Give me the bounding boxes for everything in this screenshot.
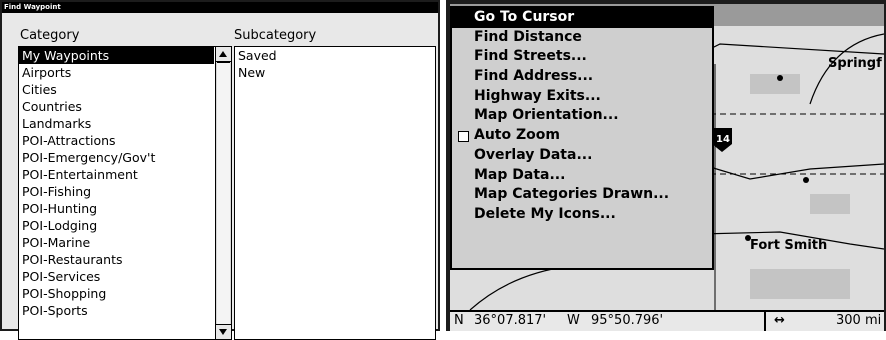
category-item-poi-lodging[interactable]: POI-Lodging <box>19 217 214 234</box>
category-item-airports[interactable]: Airports <box>19 64 214 81</box>
menu-item-highway-exits[interactable]: Highway Exits... <box>452 87 712 107</box>
subcategory-list[interactable]: Saved New <box>234 46 436 340</box>
subcategory-item-saved[interactable]: Saved <box>235 47 435 64</box>
subcategory-item-new[interactable]: New <box>235 64 435 81</box>
scroll-up-arrow-icon[interactable] <box>216 47 231 62</box>
longitude-value: 95°50.796' <box>591 313 664 328</box>
category-item-poi-hunting[interactable]: POI-Hunting <box>19 200 214 217</box>
menu-item-map-data[interactable]: Map Data... <box>452 166 712 186</box>
city-label-springfield: Springf <box>828 56 882 71</box>
category-item-poi-emergency[interactable]: POI-Emergency/Gov't <box>19 149 214 166</box>
menu-item-go-to-cursor[interactable]: Go To Cursor <box>452 8 712 28</box>
auto-zoom-checkbox[interactable] <box>458 131 469 143</box>
latitude-value: 36°07.817' <box>474 313 547 328</box>
category-item-poi-services[interactable]: POI-Services <box>19 268 214 285</box>
interstate-shield-label: 14 <box>716 134 730 145</box>
category-list[interactable]: My Waypoints Airports Cities Countries L… <box>18 46 232 340</box>
category-item-poi-sports[interactable]: POI-Sports <box>19 302 214 319</box>
lake-shape <box>750 74 800 94</box>
category-item-my-waypoints[interactable]: My Waypoints <box>19 47 214 64</box>
road-line <box>699 163 884 180</box>
menu-item-delete-my-icons[interactable]: Delete My Icons... <box>452 205 712 225</box>
menu-item-map-orientation[interactable]: Map Orientation... <box>452 106 712 126</box>
scroll-thumb[interactable] <box>217 62 230 328</box>
menu-item-find-distance[interactable]: Find Distance <box>452 28 712 48</box>
city-marker <box>803 177 809 183</box>
category-item-poi-restaurants[interactable]: POI-Restaurants <box>19 251 214 268</box>
menu-item-overlay-data[interactable]: Overlay Data... <box>452 146 712 166</box>
category-item-poi-fishing[interactable]: POI-Fishing <box>19 183 214 200</box>
zoom-level: 300 mi <box>836 313 882 328</box>
city-label-fort-smith: Fort Smith <box>750 238 828 253</box>
category-scrollbar[interactable] <box>215 47 231 339</box>
city-marker <box>777 75 783 81</box>
latitude-prefix: N <box>454 313 464 328</box>
category-item-poi-marine[interactable]: POI-Marine <box>19 234 214 251</box>
category-header: Category <box>20 28 80 43</box>
scroll-down-arrow-icon[interactable] <box>216 324 231 339</box>
menu-item-auto-zoom[interactable]: Auto Zoom <box>452 126 712 146</box>
window-title: Find Waypoint <box>2 2 438 13</box>
category-item-poi-entertainment[interactable]: POI-Entertainment <box>19 166 214 183</box>
find-waypoint-panel: Category Subcategory My Waypoints Airpor… <box>2 13 438 340</box>
category-item-landmarks[interactable]: Landmarks <box>19 115 214 132</box>
subcategory-header: Subcategory <box>234 28 317 43</box>
auto-zoom-label: Auto Zoom <box>474 127 560 144</box>
map-context-menu: Go To Cursor Find Distance Find Streets.… <box>450 6 714 270</box>
status-bar: N 36°07.817' W 95°50.796' ↔ 300 mi <box>450 310 884 331</box>
longitude-prefix: W <box>567 313 580 328</box>
category-item-countries[interactable]: Countries <box>19 98 214 115</box>
lake-shape <box>750 269 850 299</box>
menu-item-map-categories-drawn[interactable]: Map Categories Drawn... <box>452 185 712 205</box>
category-item-cities[interactable]: Cities <box>19 81 214 98</box>
find-waypoint-screen: Find Waypoint Category Subcategory My Wa… <box>0 0 440 340</box>
status-divider <box>764 312 766 331</box>
zoom-range-icon: ↔ <box>774 313 785 328</box>
category-item-poi-attractions[interactable]: POI-Attractions <box>19 132 214 149</box>
category-item-poi-shopping[interactable]: POI-Shopping <box>19 285 214 302</box>
road-line <box>469 265 571 310</box>
menu-item-find-address[interactable]: Find Address... <box>452 67 712 87</box>
menu-item-find-streets[interactable]: Find Streets... <box>452 47 712 67</box>
lake-shape <box>810 194 850 214</box>
